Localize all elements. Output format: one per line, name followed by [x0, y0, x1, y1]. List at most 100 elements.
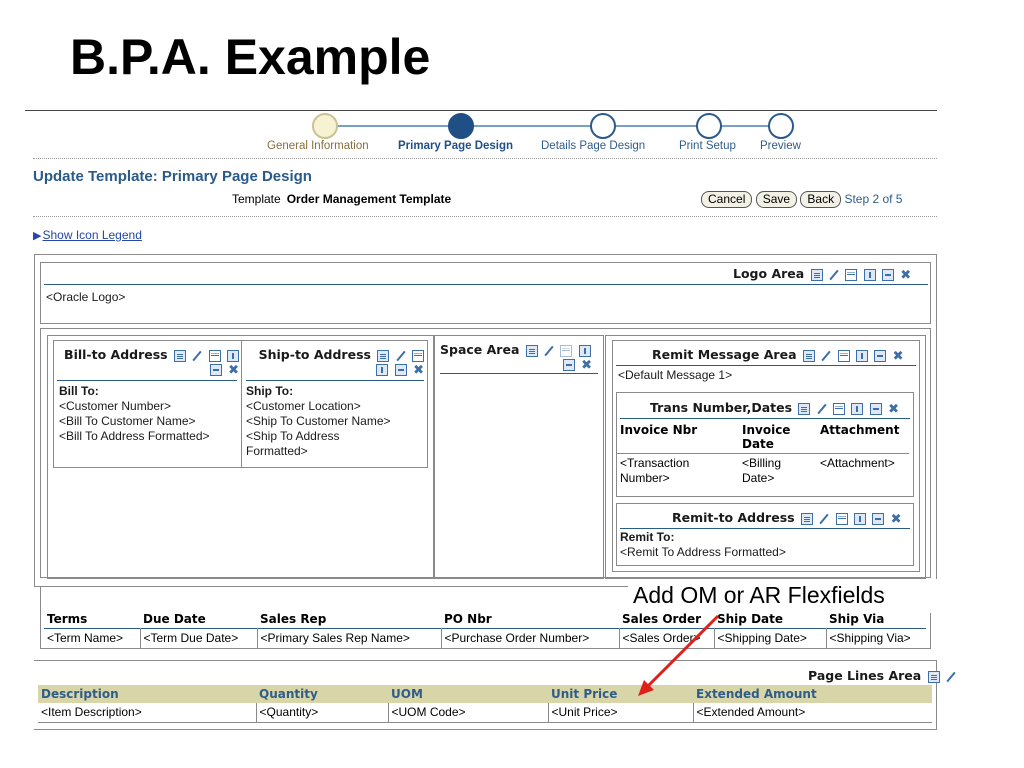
add-right-icon[interactable]: [872, 512, 885, 525]
table-row: <Term Name> <Term Due Date> <Primary Sal…: [44, 628, 926, 648]
add-below-icon[interactable]: [851, 402, 864, 415]
cancel-button[interactable]: Cancel: [701, 191, 753, 208]
train-stop-preview[interactable]: [768, 113, 794, 139]
table-cell: <Quantity>: [256, 703, 389, 723]
properties-icon[interactable]: [377, 349, 390, 362]
page-heading: Update Template: Primary Page Design: [33, 168, 312, 185]
edit-icon[interactable]: [829, 270, 839, 280]
edit-icon[interactable]: [946, 672, 956, 682]
edit-icon[interactable]: [819, 514, 829, 524]
split-icon[interactable]: [845, 268, 858, 281]
remit-message-header: Remit Message Area ✖: [652, 347, 903, 362]
show-icon-legend-link[interactable]: ▶Show Icon Legend: [33, 228, 142, 242]
add-below-icon[interactable]: [853, 512, 866, 525]
train-stop-print-setup[interactable]: [696, 113, 722, 139]
train-label-general-information[interactable]: General Information: [267, 140, 369, 152]
add-right-icon[interactable]: [209, 363, 222, 376]
train-label-print-setup[interactable]: Print Setup: [679, 140, 736, 152]
properties-icon[interactable]: [810, 268, 823, 281]
train-stop-general-information[interactable]: [312, 113, 338, 139]
logo-placeholder: <Oracle Logo>: [46, 290, 126, 304]
ship-to-title: Ship-to Address: [258, 347, 371, 362]
delete-icon[interactable]: ✖: [228, 363, 239, 376]
column-header: Invoice Nbr: [620, 423, 698, 437]
delete-icon[interactable]: ✖: [900, 268, 911, 281]
divider: [44, 284, 928, 285]
bill-to-content: Bill To: <Customer Number> <Bill To Cust…: [59, 384, 239, 444]
train-label-details-page-design[interactable]: Details Page Design: [541, 140, 645, 152]
add-right-icon[interactable]: [874, 349, 887, 362]
divider: [440, 373, 598, 374]
edit-icon[interactable]: [192, 351, 202, 361]
add-below-icon[interactable]: [578, 344, 591, 357]
add-below-icon[interactable]: [863, 268, 876, 281]
edit-icon[interactable]: [544, 346, 554, 356]
table-cell: <Shipping Via>: [829, 631, 911, 645]
add-below-icon[interactable]: [855, 349, 868, 362]
back-button[interactable]: Back: [800, 191, 842, 208]
save-button[interactable]: Save: [755, 191, 798, 208]
logo-area-title: Logo Area: [733, 266, 805, 281]
callout-text: Add OM or AR Flexfields: [633, 582, 885, 608]
table-cell: <Extended Amount>: [696, 705, 806, 719]
ship-to-line: <Ship To Customer Name>: [246, 414, 391, 428]
table-cell: <UOM Code>: [388, 703, 549, 723]
table-cell: <Billing Date>: [742, 456, 782, 485]
edit-icon[interactable]: [821, 351, 831, 361]
properties-icon[interactable]: [525, 344, 538, 357]
train-stop-details-page-design[interactable]: [590, 113, 616, 139]
train-label-preview[interactable]: Preview: [760, 140, 801, 152]
column-header: Description: [41, 687, 119, 701]
add-below-icon[interactable]: [376, 363, 389, 376]
properties-icon[interactable]: [798, 402, 811, 415]
column-header: Terms: [47, 612, 88, 626]
remit-message-content: <Default Message 1>: [618, 368, 733, 382]
page-actions: Cancel Save Back Step 2 of 5: [701, 191, 902, 208]
logo-area-header: Logo Area ✖: [733, 266, 911, 281]
remit-to-header: Remit-to Address ✖: [672, 510, 902, 525]
delete-icon[interactable]: ✖: [891, 512, 902, 525]
bill-to-header: Bill-to Address ✖: [61, 347, 239, 376]
train-label-primary-page-design[interactable]: Primary Page Design: [398, 140, 513, 152]
template-label: Template: [232, 192, 281, 206]
header-info-table: Terms Due Date Sales Rep PO Nbr Sales Or…: [44, 610, 926, 648]
edit-icon[interactable]: [396, 351, 406, 361]
table-cell: <Shipping Date>: [714, 628, 827, 648]
table-cell: <Term Name>: [44, 628, 141, 648]
split-icon[interactable]: [835, 512, 848, 525]
title-divider: [25, 110, 937, 111]
train-stop-primary-page-design[interactable]: [448, 113, 474, 139]
properties-icon[interactable]: [173, 349, 186, 362]
delete-icon[interactable]: ✖: [893, 349, 904, 362]
add-below-icon[interactable]: [227, 349, 239, 362]
divider: [246, 380, 424, 381]
space-area-title: Space Area: [440, 342, 520, 357]
add-right-icon[interactable]: [869, 402, 882, 415]
delete-icon[interactable]: ✖: [581, 358, 592, 371]
properties-icon[interactable]: [802, 349, 815, 362]
edit-icon[interactable]: [817, 404, 827, 414]
add-right-icon[interactable]: [562, 358, 575, 371]
add-right-icon[interactable]: [394, 363, 407, 376]
properties-icon[interactable]: [927, 670, 940, 683]
add-right-icon[interactable]: [881, 268, 894, 281]
split-icon[interactable]: [560, 344, 573, 357]
delete-icon[interactable]: ✖: [413, 363, 424, 376]
split-icon[interactable]: [412, 349, 424, 362]
template-field: Template Order Management Template: [232, 192, 451, 206]
table-header-row: Description Quantity UOM Unit Price Exte…: [38, 685, 932, 703]
table-cell: <Term Due Date>: [140, 628, 258, 648]
table-row: <Item Description> <Quantity> <UOM Code>…: [38, 703, 932, 723]
delete-icon[interactable]: ✖: [888, 402, 899, 415]
table-row: <Transaction Number> <Billing Date> <Att…: [617, 453, 909, 489]
bill-to-label: Bill To:: [59, 384, 99, 398]
split-icon[interactable]: [833, 402, 846, 415]
split-icon[interactable]: [208, 349, 221, 362]
properties-icon[interactable]: [800, 512, 813, 525]
split-icon[interactable]: [837, 349, 850, 362]
remit-message-title: Remit Message Area: [652, 347, 797, 362]
ship-to-line: <Customer Location>: [246, 399, 361, 413]
column-header: UOM: [391, 687, 423, 701]
bill-to-title: Bill-to Address: [64, 347, 168, 362]
ship-to-content: Ship To: <Customer Location> <Ship To Cu…: [246, 384, 426, 459]
